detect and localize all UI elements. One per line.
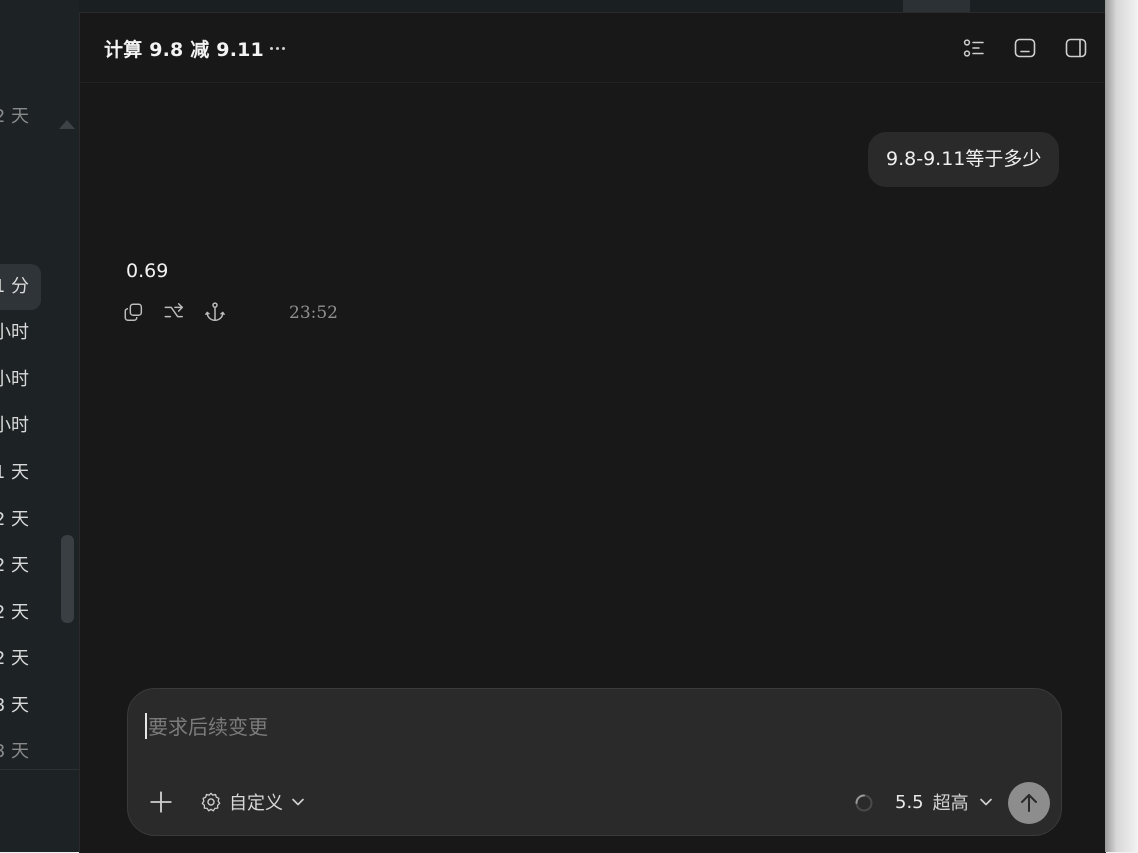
sidebar-item[interactable]: 2 天 <box>0 590 41 636</box>
mode-label: 自定义 <box>229 793 283 814</box>
sidebar-item[interactable]: 小时 <box>0 357 41 403</box>
assistant-message: 0.69 <box>126 260 169 282</box>
sidebar-item[interactable]: 2 天 <box>0 636 41 682</box>
fork-icon[interactable] <box>163 301 185 323</box>
model-version: 5.5 <box>895 791 924 813</box>
user-message-bubble: 9.8-9.11等于多少 <box>868 132 1060 187</box>
chat-header: 计算 9.8 减 9.11 <box>80 13 1106 83</box>
loading-spinner-icon <box>855 794 873 812</box>
window-edge-shadow <box>1105 0 1138 852</box>
model-select[interactable]: 5.5 超高 <box>895 789 994 815</box>
followup-input[interactable] <box>146 709 1030 745</box>
mode-select[interactable]: 自定义 <box>200 789 306 815</box>
sidebar-item[interactable]: 小时 <box>0 403 41 449</box>
send-button[interactable] <box>1008 782 1050 824</box>
page-title: 计算 9.8 减 9.11 <box>104 39 264 61</box>
sidebar-item-active[interactable]: 1 分 <box>0 264 41 310</box>
anchor-icon[interactable] <box>204 301 226 323</box>
top-tab-fragment <box>903 0 970 12</box>
sidebar-item[interactable]: 1 天 <box>0 450 41 496</box>
ellipsis-icon <box>269 46 273 50</box>
message-timestamp: 23:52 <box>289 303 338 323</box>
outline-list-icon[interactable] <box>962 36 986 60</box>
sidebar-item[interactable]: 2 天 <box>0 94 41 140</box>
sidebar-item[interactable]: 3 天 <box>0 683 41 729</box>
sidebar-thread-list: 2 天 1 分 小时 小时 小时 1 天 2 天 2 天 2 天 2 天 3 天… <box>0 0 79 768</box>
side-panel-icon[interactable] <box>1064 36 1088 60</box>
add-attachment-button[interactable] <box>148 789 174 815</box>
arrow-up-icon <box>1021 794 1037 812</box>
sidebar-scrollbar[interactable] <box>61 535 74 623</box>
chat-panel: 计算 9.8 减 9.11 9.8-9.11等于多少 0.69 23:52 要求… <box>79 12 1106 853</box>
chevron-down-icon <box>292 798 304 806</box>
more-options-button[interactable] <box>265 38 289 58</box>
collapse-caret-icon[interactable] <box>59 120 75 129</box>
composer: 自定义 5.5 超高 <box>127 688 1062 836</box>
sidebar-item[interactable]: 小时 <box>0 310 41 356</box>
chevron-down-icon <box>979 798 992 806</box>
gear-icon <box>201 792 221 812</box>
text-caret <box>145 713 147 739</box>
terminal-panel-icon[interactable] <box>1013 36 1037 60</box>
sidebar-item[interactable]: 2 天 <box>0 497 41 543</box>
left-sidebar: 2 天 1 分 小时 小时 小时 1 天 2 天 2 天 2 天 2 天 3 天… <box>0 0 79 852</box>
sidebar-divider <box>0 769 79 770</box>
sidebar-item[interactable]: 2 天 <box>0 543 41 589</box>
model-level: 超高 <box>932 793 969 814</box>
copy-icon[interactable] <box>123 301 145 323</box>
